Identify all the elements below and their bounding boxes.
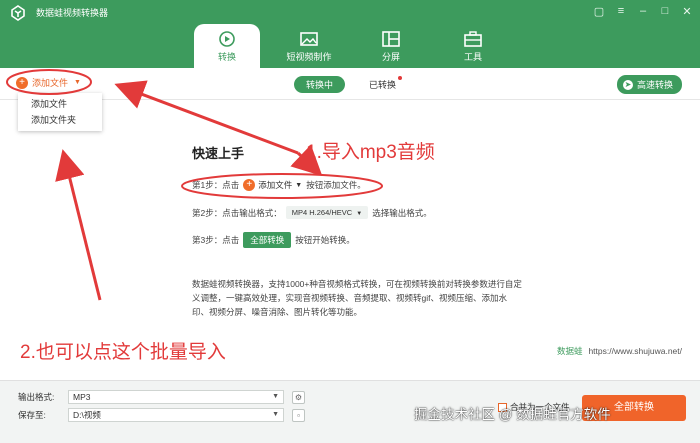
save-to-value: D:\视频: [73, 410, 101, 420]
output-format-label: 输出格式:: [18, 392, 55, 402]
folder-icon[interactable]: ▫: [292, 408, 305, 422]
settings-icon[interactable]: ⚙: [292, 390, 305, 404]
annotation-step-1: 1.导入mp3音频: [306, 142, 435, 163]
annotation-step-2: 2.也可以点这个批量导入: [20, 342, 226, 363]
watermark-text: 掘金技术社区 @ 数据蛙官方软件: [414, 407, 611, 422]
arrow-to-toolbar: [114, 80, 299, 155]
highlight-ellipse-toolbar: [6, 69, 92, 95]
output-format-value: MP3: [73, 392, 91, 402]
highlight-ellipse-step1: [181, 173, 383, 199]
caret-down-icon: ▼: [272, 393, 279, 400]
output-format-select[interactable]: MP3 ▼: [68, 390, 284, 404]
caret-down-icon: ▼: [272, 411, 279, 418]
arrow-to-dropdown: [55, 149, 102, 301]
output-format-row: 输出格式: MP3 ▼ ⚙: [18, 390, 305, 404]
save-to-label: 保存至:: [18, 410, 46, 420]
save-to-row: 保存至: D:\视频 ▼ ▫: [18, 408, 305, 422]
save-to-select[interactable]: D:\视频 ▼: [68, 408, 284, 422]
annotation-overlay: [6, 69, 383, 301]
